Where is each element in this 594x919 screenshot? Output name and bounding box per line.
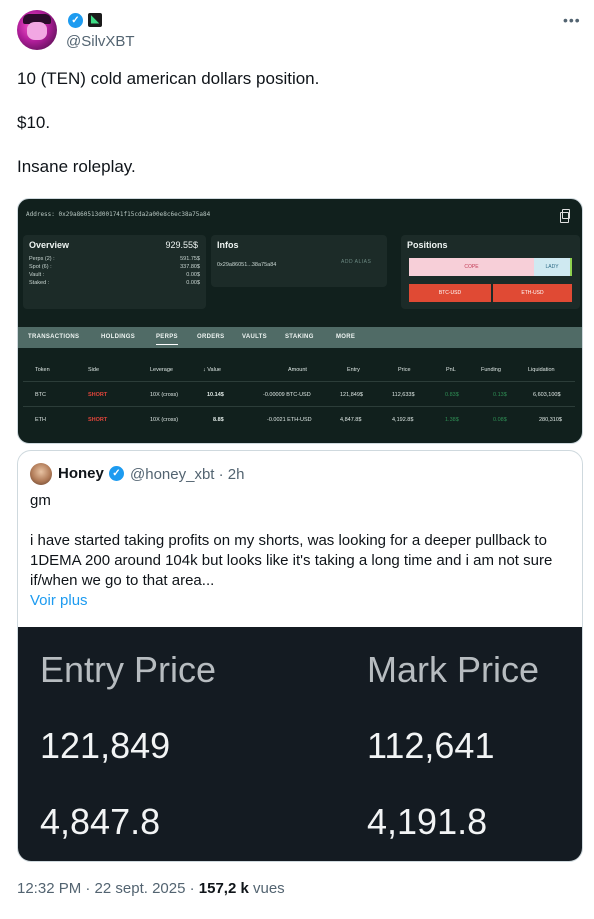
table-cell: 0.13$ — [493, 392, 507, 398]
table-cell: -0.00009 BTC-USD — [263, 392, 311, 398]
affiliate-badge-icon: ◣ — [88, 13, 102, 27]
column-header: Liquidation — [528, 367, 555, 373]
overview-label: Perps (2) : — [29, 256, 55, 262]
entry-price-value: 4,847.8 — [40, 801, 161, 842]
table-cell: 4,847.8$ — [340, 417, 362, 423]
copy-icon — [560, 209, 570, 223]
mark-price-value: 4,191.8 — [367, 801, 488, 842]
tab-staking: STAKING — [285, 334, 314, 340]
quote-paragraph: i have started taking profits on my shor… — [30, 532, 553, 589]
positions-title: Positions — [407, 240, 448, 250]
table-cell: ETH — [35, 417, 46, 423]
mark-price-value: 112,641 — [367, 725, 495, 766]
cope-bar: COPE — [409, 258, 534, 276]
tab-transactions: TRANSACTIONS — [28, 334, 80, 340]
quote-image[interactable]: Entry Price Mark Price 121,849 112,641 4… — [18, 627, 582, 861]
add-alias-button: ADD ALIAS — [341, 259, 372, 265]
views-label: vues — [248, 880, 285, 897]
overview-value: 0.00$ — [186, 272, 200, 278]
eth-usd-button: ETH-USD — [493, 284, 572, 302]
tab-holdings: HOLDINGS — [101, 334, 136, 340]
table-cell: BTC — [35, 392, 46, 398]
tweet-line: 10 (TEN) cold american dollars position. — [17, 69, 320, 88]
quoted-tweet[interactable]: Honey ✓ @honey_xbt · 2h gm i have starte… — [17, 450, 583, 862]
see-more-link[interactable]: Voir plus — [30, 591, 575, 611]
verified-badge-icon: ✓ — [109, 466, 124, 481]
attached-screenshot[interactable]: Address: 0x29a860513d001741f15cda2a00e8c… — [17, 198, 583, 444]
table-cell: -0.0021 ETH-USD — [267, 417, 312, 423]
column-header: Side — [88, 367, 100, 373]
column-header: Funding — [481, 367, 501, 373]
tab-vaults: VAULTS — [242, 334, 267, 340]
table-cell: 8.8$ — [213, 417, 224, 423]
tweet-text: 10 (TEN) cold american dollars position.… — [17, 68, 577, 200]
overview-label: Vault : — [29, 272, 45, 278]
more-options-icon[interactable]: ••• — [563, 12, 581, 28]
avatar[interactable] — [17, 10, 57, 50]
table-cell: 121,849$ — [340, 392, 363, 398]
column-header: Entry — [347, 367, 360, 373]
verified-badge-icon: ✓ — [68, 13, 83, 28]
overview-label: Spot (6) : — [29, 264, 52, 270]
views-count: 157,2 k — [198, 880, 249, 897]
btc-usd-button: BTC-USD — [409, 284, 491, 302]
table-cell: 112,633$ — [392, 392, 415, 398]
quote-author-name[interactable]: Honey — [58, 465, 104, 482]
row-divider — [23, 381, 575, 382]
tweet-line: $10. — [17, 113, 51, 132]
overview-row: Spot (6) : 337.80$ — [29, 264, 200, 270]
author-handle[interactable]: @SilvXBT — [66, 33, 135, 50]
column-header: PnL — [446, 367, 456, 373]
table-cell: 280,310$ — [539, 417, 562, 423]
entry-price-header: Entry Price — [40, 649, 217, 690]
quote-avatar[interactable] — [30, 463, 52, 485]
overview-total: 929.55$ — [165, 240, 198, 250]
tweet-line: Insane roleplay. — [17, 157, 136, 176]
table-cell: 10X (cross) — [150, 417, 179, 423]
timestamp[interactable]: 12:32 PM · 22 sept. 2025 · — [17, 880, 199, 897]
overview-label: Staked : — [29, 280, 50, 286]
quote-paragraph: gm — [30, 492, 51, 509]
table-cell: 4,192.8$ — [392, 417, 414, 423]
overview-value: 337.80$ — [180, 264, 200, 270]
table-cell: 0.08$ — [493, 417, 507, 423]
overview-title: Overview — [29, 240, 70, 250]
overview-value: 591.75$ — [180, 256, 200, 262]
tab-orders: ORDERS — [197, 334, 225, 340]
overview-row: Staked : 0.00$ — [29, 280, 200, 286]
face-shape — [27, 22, 47, 40]
table-cell: 0.83$ — [445, 392, 459, 398]
column-header: Price — [398, 367, 411, 373]
tab-perps: PERPS — [156, 334, 178, 345]
wallet-address: Address: 0x29a860513d001741f15cda2a00e8c… — [26, 211, 211, 218]
row-divider — [23, 406, 575, 407]
lady-bar: LADY — [534, 258, 572, 276]
tab-more: MORE — [336, 334, 356, 340]
tweet-metadata: 12:32 PM · 22 sept. 2025 · 157,2 k vues — [17, 880, 285, 897]
infos-address: 0x29a86051...38a75a84 — [217, 262, 277, 268]
infos-panel: Infos 0x29a86051...38a75a84 ADD ALIAS — [211, 235, 387, 287]
mark-price-header: Mark Price — [367, 649, 540, 690]
column-header: Leverage — [150, 367, 173, 373]
tab-bar: TRANSACTIONS HOLDINGS PERPS ORDERS VAULT… — [18, 327, 582, 348]
overview-row: Vault : 0.00$ — [29, 272, 200, 278]
table-cell: 6,603,100$ — [533, 392, 561, 398]
table-cell: SHORT — [88, 392, 108, 398]
column-header: ↓ Value — [203, 367, 221, 373]
overview-panel: Overview 929.55$ Perps (2) : 591.75$ Spot… — [23, 235, 206, 309]
column-header: Amount — [288, 367, 307, 373]
entry-price-value: 121,849 — [40, 725, 171, 766]
table-cell: SHORT — [88, 417, 108, 423]
table-cell: 10X (cross) — [150, 392, 179, 398]
table-cell: 10.14$ — [207, 392, 224, 398]
column-header: Token — [35, 367, 50, 373]
infos-title: Infos — [217, 240, 239, 250]
positions-panel: Positions COPE LADY BTC-USD ETH-USD — [401, 235, 580, 309]
quote-handle-time: @honey_xbt · 2h — [130, 466, 245, 483]
overview-row: Perps (2) : 591.75$ — [29, 256, 200, 262]
quote-text: gm i have started taking profits on my s… — [30, 491, 575, 611]
overview-value: 0.00$ — [186, 280, 200, 286]
table-cell: 1.38$ — [445, 417, 459, 423]
